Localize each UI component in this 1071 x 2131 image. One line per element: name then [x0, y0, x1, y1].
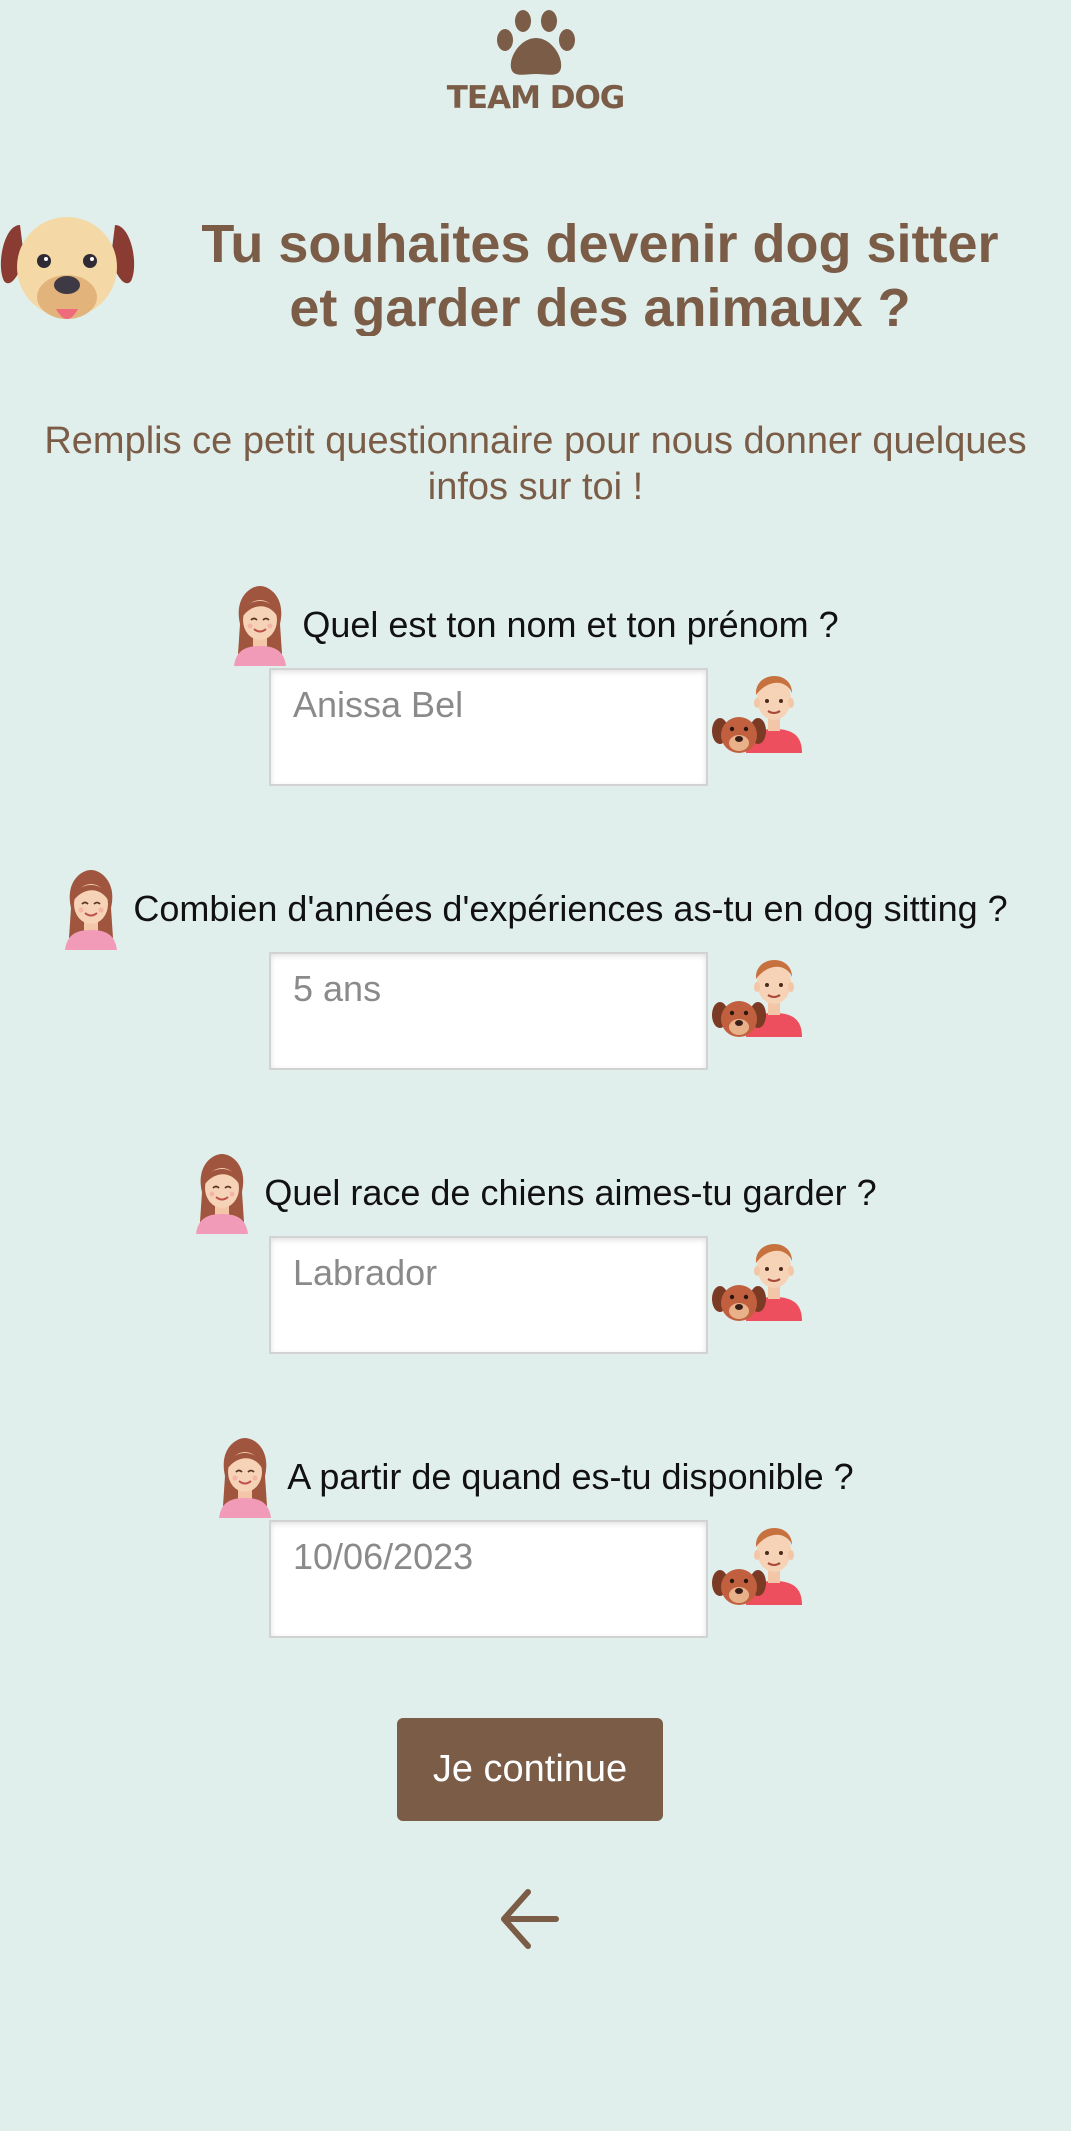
logo: TEAM DOG: [0, 10, 1071, 116]
breed-field[interactable]: [269, 1236, 708, 1354]
page: TEAM DOG Tu souhaites devenir dog sitter…: [0, 0, 1071, 2131]
breed-input[interactable]: [271, 1238, 706, 1352]
name-field[interactable]: [269, 668, 708, 786]
girl-avatar-icon: [232, 584, 288, 666]
question-availability: A partir de quand es-tu disponible ?: [0, 1436, 1071, 1518]
girl-avatar-icon: [217, 1436, 273, 1518]
page-subtitle: Remplis ce petit questionnaire pour nous…: [44, 420, 1027, 508]
arrow-left-icon[interactable]: [500, 1888, 560, 1950]
experience-input[interactable]: [271, 954, 706, 1068]
man-with-dog-icon: [712, 1517, 802, 1605]
question-label: A partir de quand es-tu disponible ?: [287, 1456, 854, 1497]
availability-field[interactable]: [269, 1520, 708, 1638]
question-label: Quel race de chiens aimes-tu garder ?: [264, 1172, 877, 1213]
girl-avatar-icon: [194, 1152, 250, 1234]
man-with-dog-icon: [712, 1233, 802, 1321]
paw-icon: [496, 10, 575, 75]
page-title: Tu souhaites devenir dog sitter et garde…: [201, 214, 999, 336]
girl-avatar-icon: [63, 868, 119, 950]
availability-input[interactable]: [271, 1522, 706, 1636]
experience-field[interactable]: [269, 952, 708, 1070]
question-experience: Combien d'années d'expériences as-tu en …: [0, 868, 1071, 950]
question-label: Quel est ton nom et ton prénom ?: [302, 604, 839, 645]
man-with-dog-icon: [712, 949, 802, 1037]
man-with-dog-icon: [712, 665, 802, 753]
dog-face-icon: [0, 217, 135, 319]
question-label: Combien d'années d'expériences as-tu en …: [133, 888, 1008, 929]
logo-text: TEAM DOG: [446, 80, 626, 116]
continue-button[interactable]: Je continue: [397, 1718, 663, 1821]
question-breed: Quel race de chiens aimes-tu garder ?: [0, 1152, 1071, 1234]
question-name: Quel est ton nom et ton prénom ?: [0, 584, 1071, 666]
name-input[interactable]: [271, 670, 706, 784]
